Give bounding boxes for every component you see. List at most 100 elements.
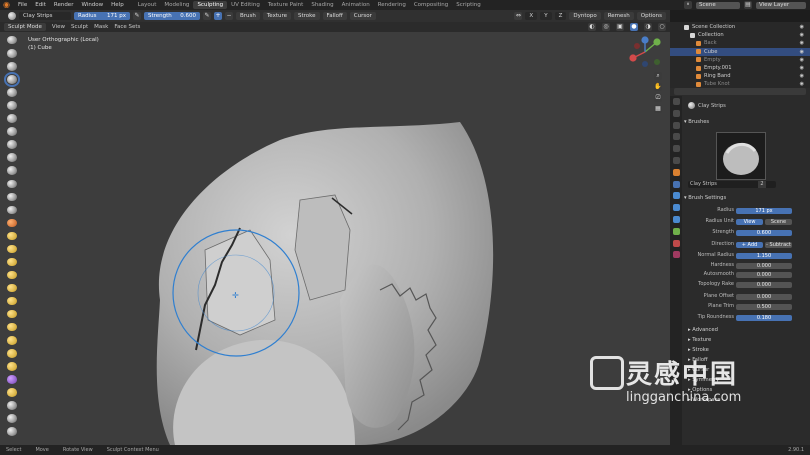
pan-hand-icon[interactable]: ✋ bbox=[654, 83, 662, 91]
workspace-tab-layout[interactable]: Layout bbox=[134, 1, 161, 9]
elastic-deform-brush-icon[interactable] bbox=[7, 244, 17, 254]
property-value-field[interactable]: 0.600 bbox=[736, 229, 792, 236]
property-value-field[interactable]: 0.500 bbox=[736, 303, 792, 310]
visibility-eye-icon[interactable]: ◉ bbox=[800, 23, 804, 31]
property-value-field[interactable]: 0.000 bbox=[736, 271, 792, 278]
flatten-brush-icon[interactable] bbox=[7, 166, 17, 175]
boundary-brush-icon[interactable] bbox=[7, 336, 17, 345]
direction-subtract-icon[interactable]: − bbox=[225, 12, 233, 20]
dyntopo-menu[interactable]: Dyntopo bbox=[569, 12, 601, 20]
clay-brush-icon[interactable] bbox=[7, 62, 17, 71]
camera-icon[interactable]: ⎚ bbox=[654, 94, 662, 102]
menu-edit[interactable]: Edit bbox=[31, 2, 50, 8]
smooth-brush-icon[interactable] bbox=[7, 153, 17, 162]
falloff-menu[interactable]: Falloff bbox=[322, 12, 347, 20]
thumb-brush-icon[interactable] bbox=[7, 270, 17, 280]
draw-brush-icon[interactable] bbox=[7, 36, 17, 45]
workspace-tab-modeling[interactable]: Modeling bbox=[160, 1, 193, 9]
workspace-tab-texture-paint[interactable]: Texture Paint bbox=[264, 1, 308, 9]
visibility-icon[interactable]: ◐ bbox=[588, 23, 596, 31]
nudge-brush-icon[interactable] bbox=[7, 296, 17, 306]
cloth-brush-icon[interactable] bbox=[7, 349, 17, 358]
outliner-row[interactable]: Cube ◉ bbox=[670, 47, 810, 56]
workspace-tab-compositing[interactable]: Compositing bbox=[410, 1, 452, 9]
perspective-grid-icon[interactable]: ▦ bbox=[654, 105, 662, 113]
symmetry-icon[interactable]: ⇔ bbox=[514, 12, 523, 20]
brush-thumbnail[interactable] bbox=[716, 132, 766, 180]
collapsed-section-header[interactable]: ▸ Texture bbox=[688, 337, 711, 343]
property-option-b[interactable]: Scene bbox=[765, 218, 792, 225]
visibility-eye-icon[interactable]: ◉ bbox=[800, 48, 804, 56]
options-menu[interactable]: Options bbox=[636, 12, 666, 20]
visibility-eye-icon[interactable]: ◉ bbox=[800, 64, 804, 72]
crease-brush-icon[interactable] bbox=[7, 140, 17, 149]
particles-tab-icon[interactable] bbox=[672, 192, 680, 200]
mask-brush-icon[interactable] bbox=[7, 375, 17, 384]
grab-brush-icon[interactable] bbox=[7, 231, 17, 241]
blob-brush-icon[interactable] bbox=[7, 127, 17, 136]
data-tab-icon[interactable] bbox=[672, 227, 680, 235]
property-value-field[interactable]: 0.000 bbox=[736, 281, 792, 288]
visibility-eye-icon[interactable]: ◉ bbox=[800, 72, 804, 80]
brush-name-field[interactable]: Clay Strips bbox=[19, 12, 71, 20]
property-value-field[interactable]: 0.000 bbox=[736, 293, 792, 300]
view-layer-tab-icon[interactable] bbox=[672, 133, 680, 141]
output-tab-icon[interactable] bbox=[672, 121, 680, 129]
visibility-eye-icon[interactable]: ◉ bbox=[800, 56, 804, 64]
workspace-tab-rendering[interactable]: Rendering bbox=[374, 1, 410, 9]
properties-search[interactable] bbox=[674, 88, 806, 95]
layer-brush-icon[interactable] bbox=[7, 101, 17, 110]
multiplane-scrape-brush-icon[interactable] bbox=[7, 205, 17, 215]
modifier-tab-icon[interactable] bbox=[672, 180, 680, 188]
xray-icon[interactable]: ▣ bbox=[616, 23, 624, 31]
constraints-tab-icon[interactable] bbox=[672, 215, 680, 223]
shading-material-icon[interactable]: ◑ bbox=[644, 23, 652, 31]
brush-menu[interactable]: Brush bbox=[236, 12, 260, 20]
visibility-eye-icon[interactable]: ◉ bbox=[800, 39, 804, 47]
brush-users-count[interactable]: 2 bbox=[758, 181, 766, 188]
shading-render-icon[interactable]: ○ bbox=[658, 23, 666, 31]
outliner-row[interactable]: Ring Band ◉ bbox=[670, 72, 810, 80]
symmetry-y[interactable]: Y bbox=[540, 12, 552, 20]
property-option-a[interactable]: View bbox=[736, 218, 763, 225]
navigation-gizmo[interactable] bbox=[629, 36, 661, 67]
snake-hook-brush-icon[interactable] bbox=[7, 257, 17, 267]
collapsed-section-header[interactable]: ▸ Advanced bbox=[688, 327, 718, 333]
annotate-icon[interactable] bbox=[7, 427, 17, 436]
strength-slider[interactable]: Strength 0.600 bbox=[144, 12, 200, 20]
menu-face-sets[interactable]: Face Sets bbox=[114, 24, 140, 30]
draw-face-sets-icon[interactable] bbox=[7, 388, 17, 397]
material-tab-icon[interactable] bbox=[672, 239, 680, 247]
sculpt-mesh-canvas[interactable]: ✛ bbox=[0, 32, 670, 445]
texture-tab-icon[interactable] bbox=[672, 251, 680, 259]
pressure-radius-icon[interactable]: ✎ bbox=[133, 12, 141, 20]
cursor-menu[interactable]: Cursor bbox=[349, 12, 376, 20]
brushes-section-header[interactable]: ▾ Brushes bbox=[684, 119, 709, 125]
outliner-row[interactable]: Back ◉ bbox=[670, 39, 810, 47]
overlays-icon[interactable]: ◎ bbox=[602, 23, 610, 31]
view-layer-field[interactable]: View Layer bbox=[756, 1, 806, 9]
scene-icon[interactable]: ⚬ bbox=[684, 1, 692, 9]
property-value-field[interactable]: 0.000 bbox=[736, 262, 792, 269]
outliner-row[interactable]: Collection ◉ bbox=[670, 31, 810, 39]
brush-settings-section-header[interactable]: ▾ Brush Settings bbox=[684, 195, 726, 201]
clay-strips-brush-icon[interactable] bbox=[4, 71, 20, 87]
property-value-field[interactable]: 0.180 bbox=[736, 314, 792, 321]
pinch-brush-icon[interactable] bbox=[7, 218, 17, 228]
workspace-tab-shading[interactable]: Shading bbox=[307, 1, 337, 9]
3d-viewport[interactable]: ✛ User Orthographic (Local) (1) Cube ⌕ ✋… bbox=[0, 32, 670, 445]
symmetry-z[interactable]: Z bbox=[554, 12, 567, 20]
menu-render[interactable]: Render bbox=[50, 2, 78, 8]
menu-help[interactable]: Help bbox=[107, 2, 128, 8]
simplify-brush-icon[interactable] bbox=[7, 362, 17, 371]
rotate-brush-icon[interactable] bbox=[7, 309, 17, 319]
slide-relax-brush-icon[interactable] bbox=[7, 323, 17, 332]
physics-tab-icon[interactable] bbox=[672, 204, 680, 212]
scene-field[interactable]: Scene bbox=[696, 1, 740, 9]
outliner-row[interactable]: Empty.001 ◉ bbox=[670, 64, 810, 72]
property-value-field[interactable]: 1.150 bbox=[736, 252, 792, 259]
workspace-tab-uv-editing[interactable]: UV Editing bbox=[227, 1, 264, 9]
box-mask-icon[interactable] bbox=[7, 401, 17, 410]
inflate-brush-icon[interactable] bbox=[7, 114, 17, 123]
property-value-field[interactable]: 171 px bbox=[736, 207, 792, 214]
